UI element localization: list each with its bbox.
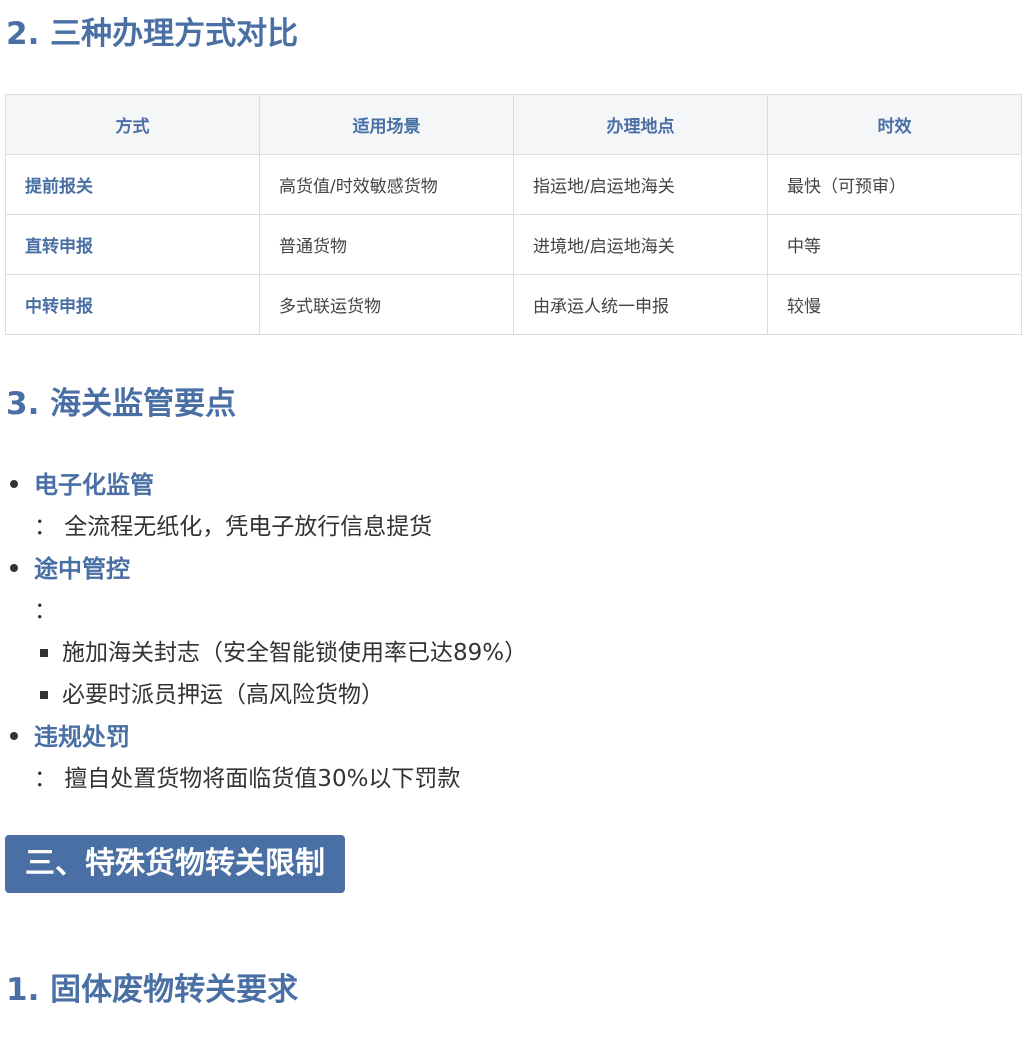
list-item-electronic: 电子化监管 ： 全流程无纸化，凭电子放行信息提货 <box>0 464 1020 548</box>
item-description: ： 全流程无纸化，凭电子放行信息提货 <box>34 514 433 540</box>
sub-list: 施加海关封志（安全智能锁使用率已达89%） 必要时派员押运（高风险货物） <box>34 632 1020 716</box>
list-item-transit-control: 途中管控 ： 施加海关封志（安全智能锁使用率已达89%） 必要时派员押运（高风险… <box>0 548 1020 716</box>
bullet-dot <box>10 480 18 488</box>
comparison-table: 方式 适用场景 办理地点 时效 提前报关 高货值/时效敏感货物 指运地/启运地海… <box>5 94 1022 335</box>
table-header-row: 方式 适用场景 办理地点 时效 <box>5 94 1022 155</box>
column-header-location: 办理地点 <box>513 94 768 155</box>
list-item-penalty: 违规处罚 ： 擅自处置货物将面临货值30%以下罚款 <box>0 716 1020 800</box>
section-title-supervision: 3. 海关监管要点 <box>6 386 237 422</box>
bullet-square <box>40 691 48 699</box>
column-header-timeliness: 时效 <box>767 94 1022 155</box>
table-cell-location: 由承运人统一申报 <box>513 274 768 335</box>
table-cell-timeliness: 最快（可预审） <box>767 154 1022 215</box>
table-cell-location: 进境地/启运地海关 <box>513 214 768 275</box>
column-header-scenario: 适用场景 <box>259 94 514 155</box>
table-cell-timeliness: 较慢 <box>767 274 1022 335</box>
bullet-dot <box>10 732 18 740</box>
item-title: 电子化监管 <box>34 471 154 499</box>
table-cell-scenario: 普通货物 <box>259 214 514 275</box>
table-cell-scenario: 高货值/时效敏感货物 <box>259 154 514 215</box>
column-header-method: 方式 <box>5 94 260 155</box>
table-cell-location: 指运地/启运地海关 <box>513 154 768 215</box>
supervision-list: 电子化监管 ： 全流程无纸化，凭电子放行信息提货 途中管控 ： 施加海关封志（安… <box>0 464 1020 800</box>
section-title-solid-waste: 1. 固体废物转关要求 <box>6 972 299 1008</box>
sub-list-item: 必要时派员押运（高风险货物） <box>34 674 1020 716</box>
table-row: 中转申报 多式联运货物 由承运人统一申报 较慢 <box>5 274 1022 335</box>
table-cell-method: 直转申报 <box>5 214 260 275</box>
table-row: 提前报关 高货值/时效敏感货物 指运地/启运地海关 最快（可预审） <box>5 154 1022 215</box>
bullet-square <box>40 649 48 657</box>
item-description: ： 擅自处置货物将面临货值30%以下罚款 <box>34 766 461 792</box>
item-description: ： <box>34 598 57 624</box>
bullet-dot <box>10 564 18 572</box>
table-cell-timeliness: 中等 <box>767 214 1022 275</box>
table-cell-method: 提前报关 <box>5 154 260 215</box>
table-cell-method: 中转申报 <box>5 274 260 335</box>
item-title: 违规处罚 <box>34 723 130 751</box>
sub-item-text: 施加海关封志（安全智能锁使用率已达89%） <box>62 640 528 666</box>
item-title: 途中管控 <box>34 555 130 583</box>
table-row: 直转申报 普通货物 进境地/启运地海关 中等 <box>5 214 1022 275</box>
sub-item-text: 必要时派员押运（高风险货物） <box>62 682 384 708</box>
sub-list-item: 施加海关封志（安全智能锁使用率已达89%） <box>34 632 1020 674</box>
section-title-comparison: 2. 三种办理方式对比 <box>6 16 299 52</box>
table-cell-scenario: 多式联运货物 <box>259 274 514 335</box>
section-banner: 三、特殊货物转关限制 <box>5 835 345 893</box>
